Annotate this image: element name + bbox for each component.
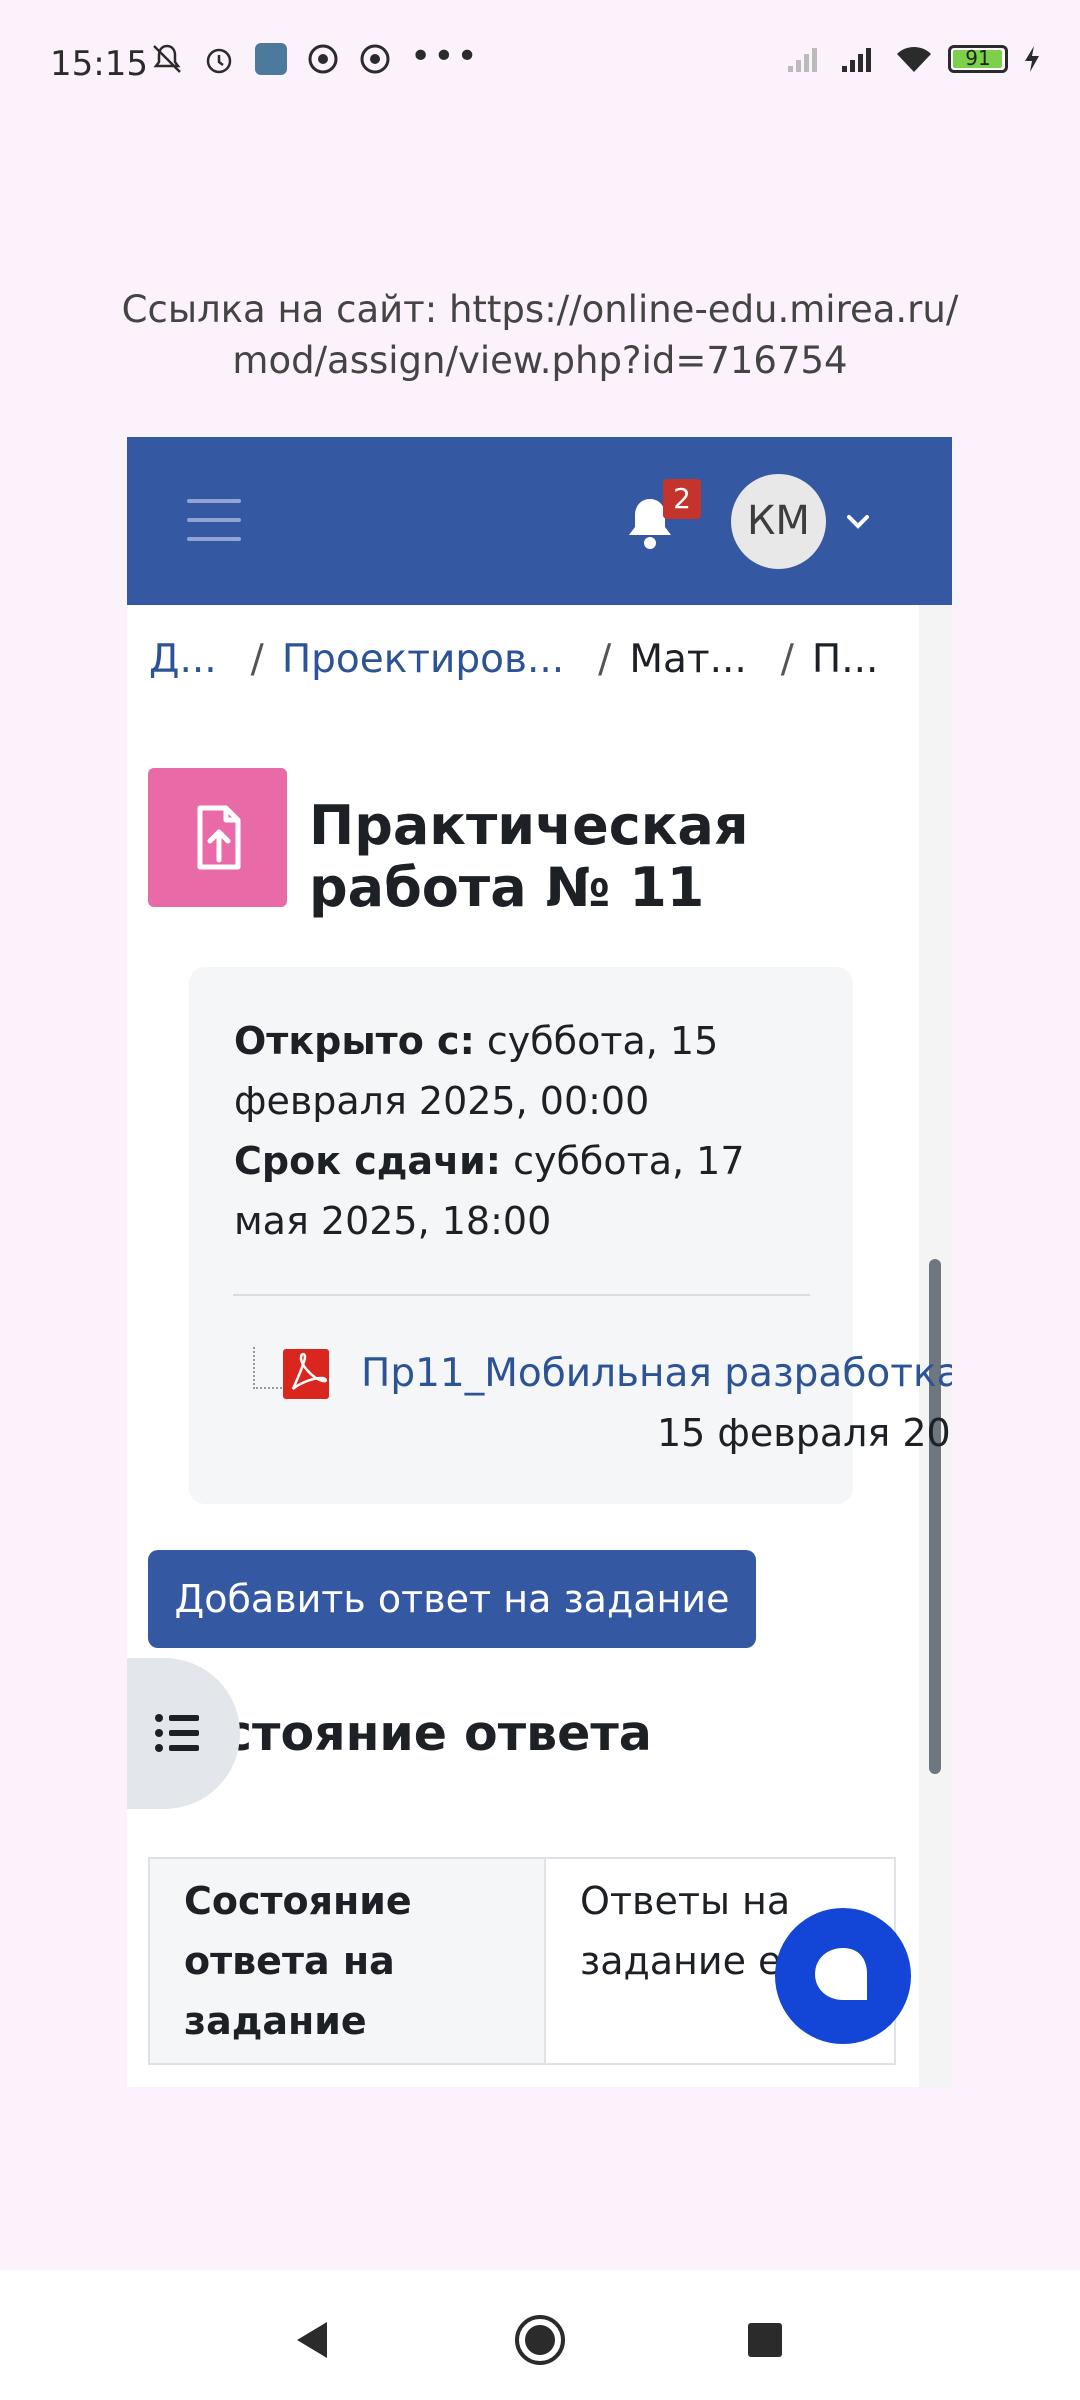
charging-icon [1025, 46, 1039, 72]
status-system-icons: 91 [786, 44, 1042, 74]
signal-icon [842, 48, 871, 72]
hamburger-menu-icon[interactable] [187, 499, 241, 541]
submission-status-heading: стояние ответа [223, 1705, 652, 1762]
more-dots-icon: ••• [410, 36, 480, 77]
list-icon [155, 1714, 199, 1752]
open-date-label: Открыто с: [234, 1019, 475, 1063]
breadcrumb-separator: / [598, 637, 612, 682]
breadcrumb-item-course[interactable]: Проектиров... [282, 637, 564, 682]
attachment-link[interactable]: Пр11_Мобильная разработка [361, 1351, 952, 1396]
mute-bell-icon [150, 42, 184, 76]
breadcrumb-separator: / [250, 637, 264, 682]
status-notification-icons [150, 42, 392, 76]
chat-bubble-icon [815, 1948, 867, 2000]
wifi-icon [897, 46, 931, 72]
battery-icon: 91 [948, 45, 1008, 73]
status-time: 15:15 [50, 44, 148, 84]
activity-dates-box: Открыто с: суббота, 15 февраля 2025, 00:… [189, 967, 952, 1504]
divider [233, 1294, 810, 1296]
breadcrumb-item-home[interactable]: Д... [149, 637, 217, 682]
app-icon [358, 42, 392, 76]
no-signal-icon [788, 48, 817, 72]
breadcrumb-item-section: Мат... [629, 637, 747, 682]
tree-connector [253, 1347, 285, 1389]
add-submission-button[interactable]: Добавить ответ на задание [148, 1550, 756, 1648]
system-navigation-bar [0, 2270, 1080, 2400]
recents-icon[interactable] [735, 2310, 795, 2370]
status-bar: 15:15 ••• 91 [0, 0, 1080, 130]
table-row-header: Состояние ответа на задание [148, 1857, 546, 2065]
chevron-down-icon[interactable] [843, 509, 873, 533]
page-title: Практическая работа № 11 [309, 794, 749, 919]
navbar: 2 КМ [127, 437, 952, 605]
back-icon[interactable] [283, 2310, 343, 2370]
breadcrumb-separator: / [780, 637, 794, 682]
gallery-icon [254, 42, 288, 76]
assignment-activity-icon [148, 768, 287, 907]
course-index-toggle-button[interactable] [127, 1658, 240, 1809]
notification-badge: 2 [663, 479, 701, 519]
pdf-file-icon [283, 1349, 329, 1399]
breadcrumb-item-current: П... [811, 637, 879, 682]
due-date: Срок сдачи: суббота, 17 мая 2025, 18:00 [234, 1131, 824, 1251]
user-avatar[interactable]: КМ [731, 474, 826, 569]
url-caption: Ссылка на сайт: https://online-edu.mirea… [121, 288, 959, 382]
scrollbar-thumb[interactable] [929, 1259, 941, 1774]
alarm-icon [202, 42, 236, 76]
due-date-label: Срок сдачи: [234, 1139, 501, 1183]
chat-button[interactable] [775, 1908, 911, 2044]
home-icon[interactable] [510, 2310, 570, 2370]
webpage-frame: 2 КМ Д... / Проектиров... / Мат... / П..… [127, 437, 952, 2087]
attachment-date: 15 февраля 20 [657, 1411, 951, 1455]
open-date: Открыто с: суббота, 15 февраля 2025, 00:… [234, 1011, 824, 1131]
app-icon [306, 42, 340, 76]
breadcrumb: Д... / Проектиров... / Мат... / П... [149, 637, 878, 682]
